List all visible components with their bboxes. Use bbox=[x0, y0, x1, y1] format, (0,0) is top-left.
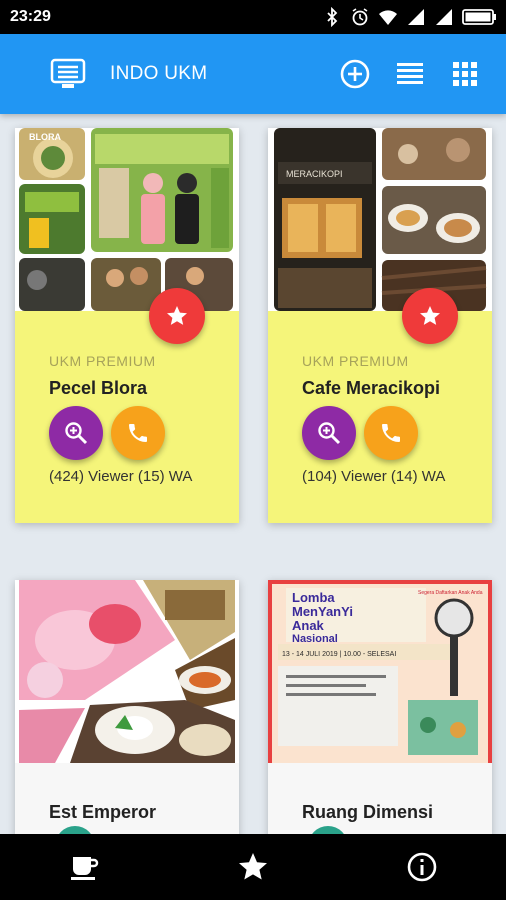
view-button[interactable] bbox=[302, 406, 356, 460]
poster-headline-line4: Nasional bbox=[292, 633, 338, 645]
card-stats: (104) Viewer (14) WA bbox=[302, 468, 446, 485]
app-title: INDO UKM bbox=[110, 63, 208, 84]
call-button[interactable] bbox=[111, 406, 165, 460]
poster-headline-line1: Lomba bbox=[292, 590, 335, 605]
status-time: 23:29 bbox=[10, 8, 51, 25]
coffee-cup-icon[interactable] bbox=[69, 851, 101, 883]
app-bar: INDO UKM bbox=[0, 34, 506, 114]
star-icon bbox=[420, 306, 440, 325]
call-button[interactable] bbox=[364, 406, 418, 460]
star-icon bbox=[167, 306, 187, 325]
list-view-icon[interactable] bbox=[394, 58, 426, 90]
grid-view-icon[interactable] bbox=[449, 58, 481, 90]
poster-headline-line2: MenYanYi bbox=[292, 604, 353, 619]
wifi-icon bbox=[379, 10, 397, 25]
zoom-in-icon bbox=[318, 422, 341, 445]
card-photo-collage bbox=[15, 580, 239, 763]
card-title: Ruang Dimensi bbox=[302, 802, 434, 822]
signal-icon bbox=[408, 9, 424, 25]
add-circle-icon[interactable] bbox=[339, 58, 371, 90]
card-title: Cafe Meracikopi bbox=[302, 378, 441, 398]
battery-icon bbox=[462, 9, 496, 25]
card-stats: (424) Viewer (15) WA bbox=[49, 468, 193, 485]
ukm-card-pecel-blora[interactable]: BLORA UKM PREMIUM Pecel Blora (424) View… bbox=[15, 128, 239, 523]
favorite-button[interactable] bbox=[402, 288, 458, 344]
star-icon[interactable] bbox=[237, 851, 269, 883]
bottom-navigation bbox=[0, 834, 506, 900]
info-icon[interactable] bbox=[406, 851, 438, 883]
card-photo-collage: MERACIKOPI bbox=[268, 128, 492, 311]
alarm-icon bbox=[352, 8, 368, 26]
poster-headline-line3: Anak bbox=[292, 618, 325, 633]
card-title: Pecel Blora bbox=[49, 378, 148, 398]
bluetooth-icon bbox=[327, 7, 338, 27]
card-title: Est Emperor bbox=[49, 802, 157, 822]
poster-corner-text: Segera Daftarkan Anak Anda bbox=[418, 590, 483, 596]
cafe-sign-text: MERACIKOPI bbox=[286, 169, 343, 179]
card-photo-poster: Lomba MenYanYi Anak Nasional 13 - 14 JUL… bbox=[268, 580, 492, 763]
premium-badge: UKM PREMIUM bbox=[302, 353, 409, 369]
menu-icon[interactable] bbox=[50, 58, 86, 90]
status-icons bbox=[322, 7, 498, 27]
signal-icon bbox=[436, 9, 452, 25]
premium-badge: UKM PREMIUM bbox=[49, 353, 156, 369]
phone-icon bbox=[129, 424, 147, 442]
view-button[interactable] bbox=[49, 406, 103, 460]
favorite-button[interactable] bbox=[149, 288, 205, 344]
card-photo-collage: BLORA bbox=[15, 128, 239, 311]
phone-icon bbox=[382, 424, 400, 442]
pecel-logo-text: BLORA bbox=[29, 132, 61, 142]
ukm-card-cafe-meracikopi[interactable]: MERACIKOPI UKM PREMIUM Cafe Meracikopi (… bbox=[268, 128, 492, 523]
status-bar: 23:29 bbox=[0, 0, 506, 34]
zoom-in-icon bbox=[65, 422, 88, 445]
poster-date: 13 - 14 JULI 2019 | 10.00 - SELESAI bbox=[282, 651, 396, 658]
